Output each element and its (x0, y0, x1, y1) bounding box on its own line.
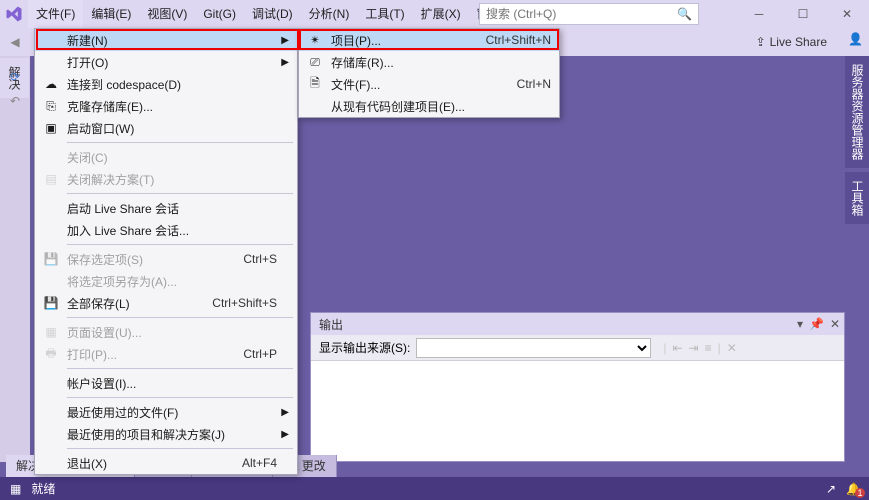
save-icon: 💾 (43, 251, 59, 267)
indent-left-icon[interactable]: ⇤ (672, 341, 682, 355)
maximize-button[interactable]: ☐ (781, 0, 825, 28)
separator (67, 448, 293, 449)
menu-git[interactable]: Git(G) (195, 0, 244, 28)
clone-icon: ⎘ (43, 98, 59, 114)
menu-file[interactable]: 文件(F) (28, 0, 83, 28)
output-source-label: 显示输出来源(S): (319, 339, 410, 356)
output-toolbar: 显示输出来源(S): | ⇤ ⇥ ≡ | ✕ (311, 335, 844, 361)
separator (67, 142, 293, 143)
notifications-icon[interactable]: 🔔 (846, 482, 861, 496)
window-controls: ─ ☐ ✕ (737, 0, 869, 28)
dropdown-icon[interactable]: ▾ (797, 317, 803, 331)
refresh-icon[interactable]: ⟳ (4, 66, 26, 88)
submenu-repo[interactable]: ⎚存储库(R)... (299, 51, 559, 73)
server-explorer-tab[interactable]: 服务器资源管理器 (845, 56, 869, 168)
back-icon[interactable]: ↶ (4, 90, 26, 112)
menu-print: 🖶打印(P)...Ctrl+P (35, 343, 297, 365)
menu-extensions[interactable]: 扩展(X) (413, 0, 469, 28)
status-ready-label: 就绪 (31, 480, 55, 497)
submenu-from-existing[interactable]: 从现有代码创建项目(E)... (299, 95, 559, 117)
chevron-right-icon: ▶ (281, 407, 289, 418)
menu-save: 💾保存选定项(S)Ctrl+S (35, 248, 297, 270)
output-source-select[interactable] (416, 338, 651, 358)
file-icon: 🗎 (307, 76, 323, 92)
submenu-file[interactable]: 🗎文件(F)...Ctrl+N (299, 73, 559, 95)
chevron-right-icon: ▶ (281, 57, 289, 68)
chevron-right-icon: ▶ (281, 35, 289, 46)
liveshare-label: Live Share (770, 35, 827, 49)
menu-edit[interactable]: 编辑(E) (83, 0, 139, 28)
cloud-icon: ☁ (43, 76, 59, 92)
word-wrap-icon[interactable]: ≡ (705, 341, 712, 355)
repo-icon: ⎚ (307, 54, 323, 70)
menu-start-liveshare[interactable]: 启动 Live Share 会话 (35, 197, 297, 219)
project-icon: ✴ (307, 32, 323, 48)
menu-view[interactable]: 视图(V) (139, 0, 195, 28)
window-icon: ▣ (43, 120, 59, 136)
separator (67, 317, 293, 318)
feedback-icon[interactable]: 👤 (848, 32, 863, 46)
menu-page-setup: ▦页面设置(U)... (35, 321, 297, 343)
minimize-button[interactable]: ─ (737, 0, 781, 28)
menu-save-all[interactable]: 💾全部保存(L)Ctrl+Shift+S (35, 292, 297, 314)
search-box[interactable]: 🔍 (479, 3, 699, 25)
submenu-project[interactable]: ✴项目(P)...Ctrl+Shift+N (299, 29, 559, 51)
separator (67, 244, 293, 245)
page-setup-icon: ▦ (43, 324, 59, 340)
close-sln-icon: ▤ (43, 171, 59, 187)
output-panel: 输出 ▾ 📌 ✕ 显示输出来源(S): | ⇤ ⇥ ≡ | ✕ (310, 312, 845, 462)
pin-icon[interactable]: 📌 (809, 317, 824, 331)
menu-save-as: 将选定项另存为(A)... (35, 270, 297, 292)
output-body (311, 361, 844, 461)
clear-icon[interactable]: ✕ (727, 341, 737, 355)
separator (67, 397, 293, 398)
status-grid-icon[interactable]: ▦ (10, 482, 21, 496)
left-panel: ⟳ ↶ 解决 (0, 56, 30, 462)
vs-logo-icon (0, 0, 28, 28)
save-all-icon: 💾 (43, 295, 59, 311)
menu-join-liveshare[interactable]: 加入 Live Share 会话... (35, 219, 297, 241)
menu-account-settings[interactable]: 帐户设置(I)... (35, 372, 297, 394)
new-submenu-dropdown: ✴项目(P)...Ctrl+Shift+N ⎚存储库(R)... 🗎文件(F).… (298, 28, 560, 118)
menu-recent-projects[interactable]: 最近使用的项目和解决方案(J)▶ (35, 423, 297, 445)
menu-codespace[interactable]: ☁连接到 codespace(D) (35, 73, 297, 95)
menu-tools[interactable]: 工具(T) (357, 0, 412, 28)
titlebar: 文件(F) 编辑(E) 视图(V) Git(G) 调试(D) 分析(N) 工具(… (0, 0, 869, 28)
search-input[interactable] (486, 7, 677, 21)
menu-debug[interactable]: 调试(D) (244, 0, 301, 28)
menu-new[interactable]: 新建(N)▶ (35, 29, 297, 51)
toolbox-tab[interactable]: 工具箱 (845, 172, 869, 224)
menu-clone-repo[interactable]: ⎘克隆存储库(E)... (35, 95, 297, 117)
menu-open[interactable]: 打开(O)▶ (35, 51, 297, 73)
menu-start-window[interactable]: ▣启动窗口(W) (35, 117, 297, 139)
search-icon: 🔍 (677, 7, 692, 21)
menu-exit[interactable]: 退出(X)Alt+F4 (35, 452, 297, 474)
share-icon: ⇪ (756, 35, 766, 49)
menu-close-solution: ▤关闭解决方案(T) (35, 168, 297, 190)
print-icon: 🖶 (43, 346, 59, 362)
menu-recent-files[interactable]: 最近使用过的文件(F)▶ (35, 401, 297, 423)
output-titlebar: 输出 ▾ 📌 ✕ (311, 313, 844, 335)
menu-close: 关闭(C) (35, 146, 297, 168)
indent-right-icon[interactable]: ⇥ (689, 341, 699, 355)
separator (67, 368, 293, 369)
liveshare-button[interactable]: ⇪ Live Share (750, 28, 833, 56)
file-menu-dropdown: 新建(N)▶ 打开(O)▶ ☁连接到 codespace(D) ⎘克隆存储库(E… (34, 28, 298, 475)
close-icon[interactable]: ✕ (830, 317, 840, 331)
output-title-label: 输出 (319, 316, 343, 333)
statusbar: ▦ 就绪 ↗ 🔔 (0, 477, 869, 500)
separator (67, 193, 293, 194)
nav-back-button[interactable]: ◀ (4, 31, 26, 53)
close-button[interactable]: ✕ (825, 0, 869, 28)
chevron-right-icon: ▶ (281, 429, 289, 440)
right-panel: 服务器资源管理器 工具箱 (845, 56, 869, 462)
source-control-icon[interactable]: ↗ (826, 482, 836, 496)
menu-analyze[interactable]: 分析(N) (301, 0, 358, 28)
